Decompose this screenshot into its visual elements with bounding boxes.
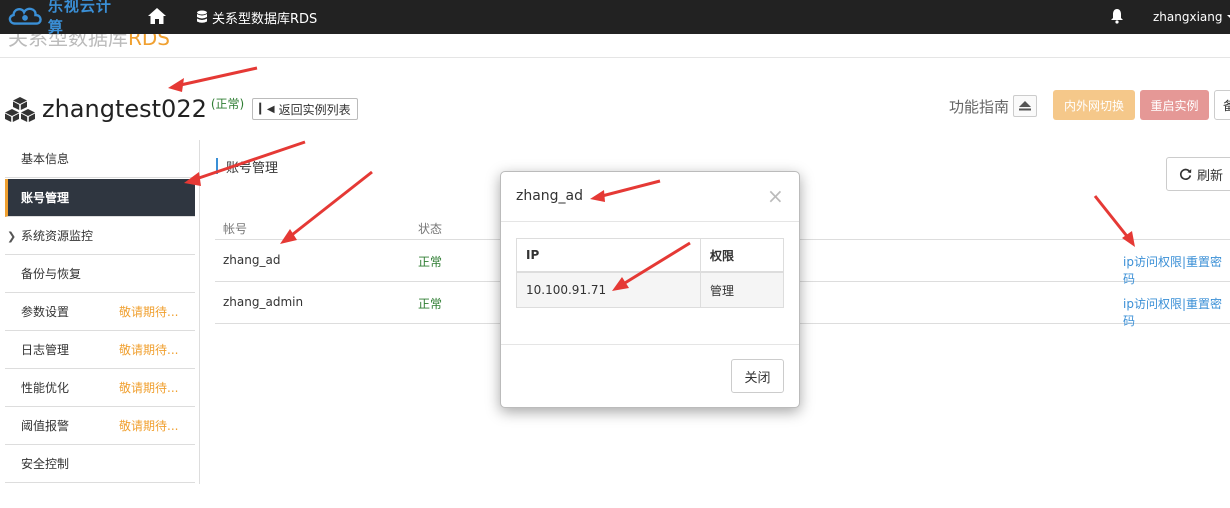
coming-soon-text: 敬请期待...	[119, 419, 179, 433]
sidebar-item-label: 参数设置	[21, 305, 70, 319]
sidebar-item-account-management[interactable]: 账号管理	[5, 179, 195, 217]
sidebar-item-label: 备份与恢复	[21, 267, 82, 281]
ip-permission-modal: zhang_ad × IP 权限 10.100.91.71 管理 关闭	[500, 171, 800, 408]
ip-table: IP 权限 10.100.91.71 管理	[516, 238, 784, 308]
breadcrumb-title-accent: RDS	[128, 34, 170, 50]
sidebar-item-threshold-alarm[interactable]: 阈值报警 敬请期待...	[5, 407, 195, 445]
sidebar-item-resource-monitor[interactable]: ❯ 系统资源监控	[5, 217, 195, 255]
instance-status: (正常)	[210, 96, 245, 111]
bell-icon[interactable]	[1110, 8, 1124, 24]
user-menu[interactable]: zhangxiang	[1153, 0, 1230, 34]
close-icon[interactable]: ×	[767, 186, 784, 206]
sidebar-item-logs[interactable]: 日志管理 敬请期待...	[5, 331, 195, 369]
username: zhangxiang	[1153, 10, 1223, 24]
sidebar: 基本信息 账号管理 ❯ 系统资源监控 备份与恢复 参数设置 敬请期待... 日志…	[0, 140, 200, 484]
account-status: 正常	[418, 297, 443, 311]
sidebar-item-label: 性能优化	[21, 381, 70, 395]
sidebar-item-label: 基本信息	[21, 152, 70, 166]
sidebar-item-parameters[interactable]: 参数设置 敬请期待...	[5, 293, 195, 331]
account-name: zhang_ad	[223, 253, 281, 267]
refresh-icon	[1179, 168, 1192, 180]
sidebar-item-label: 阈值报警	[21, 419, 70, 433]
nav-rds[interactable]: 关系型数据库RDS	[196, 0, 317, 34]
coming-soon-text: 敬请期待...	[119, 381, 179, 395]
section-title-text: 账号管理	[226, 160, 279, 176]
modal-header: zhang_ad ×	[501, 172, 799, 222]
section-title-bar	[216, 158, 218, 174]
refresh-label: 刷新	[1197, 168, 1224, 184]
ip-value: 10.100.91.71	[517, 273, 701, 307]
sidebar-item-security[interactable]: 安全控制	[5, 445, 195, 483]
database-icon	[197, 10, 207, 23]
eject-icon[interactable]	[1013, 95, 1038, 117]
instance-name: zhangtest022	[42, 95, 207, 123]
instance-header: zhangtest022 (正常) ▎◀ 返回实例列表	[4, 92, 358, 126]
home-icon[interactable]	[147, 6, 167, 26]
back-to-list-label: 返回实例列表	[278, 102, 351, 117]
sidebar-item-label: 日志管理	[21, 343, 70, 357]
more-action-button[interactable]: 备	[1214, 90, 1230, 120]
step-backward-icon: ▎◀	[259, 103, 275, 115]
modal-title: zhang_ad	[516, 188, 584, 204]
account-name: zhang_admin	[223, 295, 304, 309]
sidebar-item-label: 系统资源监控	[21, 229, 94, 243]
breadcrumb-title-main: 关系型数据库	[8, 34, 128, 50]
top-navbar: 乐视云计算 关系型数据库RDS zhangxiang	[0, 0, 1230, 36]
refresh-button[interactable]: 刷新	[1166, 157, 1230, 191]
sidebar-item-backup-restore[interactable]: 备份与恢复	[5, 255, 195, 293]
sidebar-item-basic-info[interactable]: 基本信息	[5, 140, 195, 178]
permission-value: 管理	[710, 283, 735, 298]
cloud-logo-icon	[8, 7, 42, 25]
feature-guide[interactable]: 功能指南	[949, 93, 1038, 119]
table-row: 10.100.91.71 管理	[517, 273, 783, 307]
feature-guide-label: 功能指南	[949, 97, 1010, 116]
coming-soon-text: 敬请期待...	[119, 343, 179, 357]
caret-down-icon	[1226, 15, 1230, 19]
column-header-account: 帐号	[223, 222, 248, 236]
sidebar-item-performance[interactable]: 性能优化 敬请期待...	[5, 369, 195, 407]
chevron-right-icon: ❯	[7, 230, 17, 243]
breadcrumb: 关系型数据库RDS	[0, 34, 1230, 58]
breadcrumb-title: 关系型数据库RDS	[8, 34, 170, 51]
restart-instance-button[interactable]: 重启实例	[1140, 90, 1209, 120]
column-header-ip: IP	[517, 239, 701, 271]
cubes-icon	[5, 97, 35, 122]
row-action-links[interactable]: ip访问权限|重置密码	[1123, 295, 1230, 329]
column-header-status: 状态	[418, 222, 443, 236]
modal-close-button[interactable]: 关闭	[731, 359, 784, 393]
account-status: 正常	[418, 255, 443, 269]
section-title: 账号管理	[216, 156, 278, 176]
back-to-list-button[interactable]: ▎◀ 返回实例列表	[252, 98, 358, 120]
sidebar-item-label: 安全控制	[21, 457, 70, 471]
annotation-arrow	[168, 66, 258, 92]
coming-soon-text: 敬请期待...	[119, 305, 179, 319]
column-header-permission: 权限	[710, 248, 735, 263]
network-switch-button[interactable]: 内外网切换	[1053, 90, 1135, 120]
logo[interactable]: 乐视云计算	[6, 0, 124, 36]
logo-text: 乐视云计算	[47, 0, 112, 36]
ip-table-header: IP 权限	[517, 239, 783, 273]
nav-rds-label: 关系型数据库RDS	[212, 11, 318, 27]
modal-footer-divider	[501, 344, 799, 345]
sidebar-item-label: 账号管理	[21, 191, 70, 205]
